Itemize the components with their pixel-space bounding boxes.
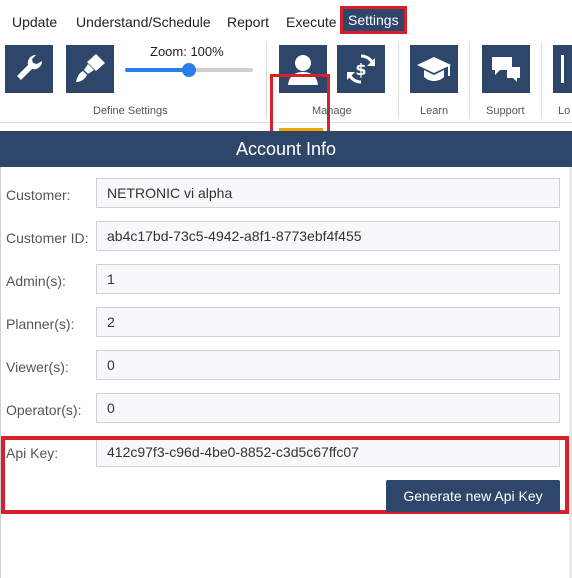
ribbon: Zoom: 100% Define Settings $ Manage Lear…: [0, 34, 572, 144]
graduation-cap-icon: [417, 57, 451, 81]
admins-label: Admin(s):: [6, 273, 66, 289]
operators-field[interactable]: 0: [96, 393, 560, 423]
wrench-icon: [17, 54, 43, 80]
ribbon-separator: [266, 42, 267, 118]
zoom-slider[interactable]: [125, 63, 253, 77]
menu-update[interactable]: Update: [12, 13, 57, 31]
paint-brush-icon: [76, 54, 105, 82]
generate-api-key-button[interactable]: Generate new Api Key: [386, 480, 560, 512]
support-button[interactable]: [482, 45, 530, 93]
viewers-field[interactable]: 0: [96, 350, 560, 380]
logout-icon: [561, 55, 564, 83]
menu-settings[interactable]: Settings: [340, 6, 407, 34]
zoom-label: Zoom: 100%: [150, 44, 224, 59]
ribbon-separator: [398, 42, 399, 118]
customer-label: Customer:: [6, 187, 71, 203]
ribbon-separator: [469, 42, 470, 118]
menu-execute[interactable]: Execute: [286, 13, 337, 31]
operators-label: Operator(s):: [6, 402, 82, 418]
ribbon-separator: [541, 42, 542, 118]
logout-button[interactable]: [553, 45, 572, 93]
zoom-slider-fill: [125, 68, 189, 72]
admins-field[interactable]: 1: [96, 264, 560, 294]
planners-field[interactable]: 2: [96, 307, 560, 337]
currency-refresh-icon: $: [347, 54, 375, 84]
chat-icon: [492, 57, 520, 82]
zoom-slider-thumb[interactable]: [182, 63, 196, 77]
group-label-learn: Learn: [420, 105, 449, 117]
customer-field[interactable]: NETRONIC vi alpha: [96, 178, 560, 208]
page-title: Account Info: [0, 131, 572, 167]
group-label-define-settings: Define Settings: [93, 105, 168, 117]
group-label-manage: Manage: [312, 105, 352, 117]
svg-text:$: $: [355, 60, 366, 79]
customer-id-field[interactable]: ab4c17bd-73c5-4942-a8f1-8773ebf4f455: [96, 221, 560, 251]
planners-label: Planner(s):: [6, 316, 75, 332]
paint-brush-button[interactable]: [66, 45, 114, 93]
viewers-label: Viewer(s):: [6, 359, 69, 375]
customer-id-label: Customer ID:: [6, 230, 89, 246]
billing-button[interactable]: $: [337, 45, 385, 93]
wrench-button[interactable]: [5, 45, 53, 93]
learn-button[interactable]: [410, 45, 458, 93]
group-label-log: Lo: [558, 105, 571, 117]
menu-understand-schedule[interactable]: Understand/Schedule: [76, 13, 211, 31]
menu-report[interactable]: Report: [227, 13, 269, 31]
group-label-support: Support: [486, 105, 525, 117]
menu-bar: Update Understand/Schedule Report Execut…: [0, 0, 572, 34]
